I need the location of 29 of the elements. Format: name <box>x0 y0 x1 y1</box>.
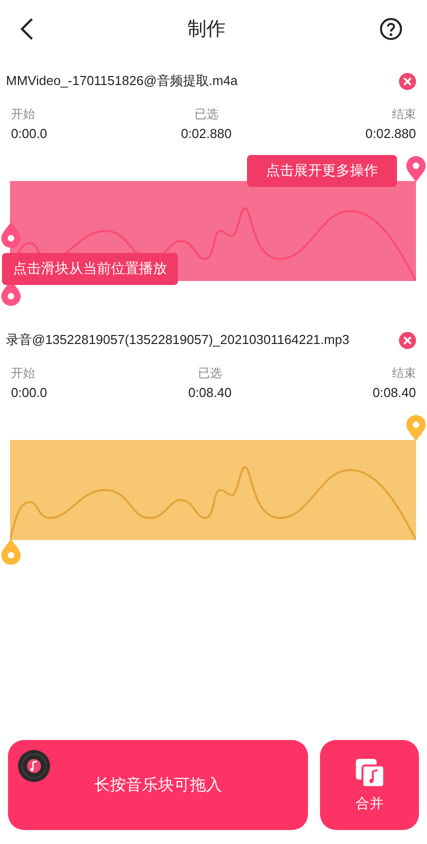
close-icon[interactable] <box>398 72 417 90</box>
start-label: 开始 <box>11 365 35 382</box>
merge-button[interactable]: 合并 <box>320 740 419 830</box>
back-icon[interactable] <box>20 17 34 41</box>
end-time: 0:08.40 <box>372 385 416 400</box>
start-handle-icon[interactable] <box>0 538 22 566</box>
selected-time: 0:08.40 <box>188 385 232 400</box>
file-name: MMVideo_-1701151826@音频提取.m4a <box>6 72 238 90</box>
start-time: 0:00.0 <box>11 126 48 141</box>
file-name: 录音@13522819057(13522819057)_20210301164221.mp3 <box>6 331 350 349</box>
merge-icon <box>354 757 386 789</box>
selected-label: 已选 <box>198 365 222 382</box>
close-icon[interactable] <box>398 330 417 350</box>
drag-hint-button[interactable]: 长按音乐块可拖入 <box>8 740 308 830</box>
end-time: 0:02.880 <box>365 126 416 141</box>
end-label: 结束 <box>392 106 416 123</box>
tooltip: 点击滑块从当前位置播放 <box>2 253 178 285</box>
end-handle-icon[interactable] <box>405 155 427 183</box>
start-label: 开始 <box>11 106 35 123</box>
selected-label: 已选 <box>194 106 218 123</box>
start-time: 0:00.0 <box>11 385 48 400</box>
tooltip: 点击展开更多操作 <box>247 155 397 187</box>
selected-time: 0:02.880 <box>180 126 232 141</box>
page-title: 制作 <box>188 17 226 42</box>
end-handle-icon[interactable] <box>405 414 427 442</box>
help-icon[interactable] <box>379 17 403 41</box>
playhead-handle-icon[interactable] <box>0 221 22 249</box>
music-disc-icon <box>17 749 51 783</box>
end-label: 结束 <box>392 365 416 382</box>
